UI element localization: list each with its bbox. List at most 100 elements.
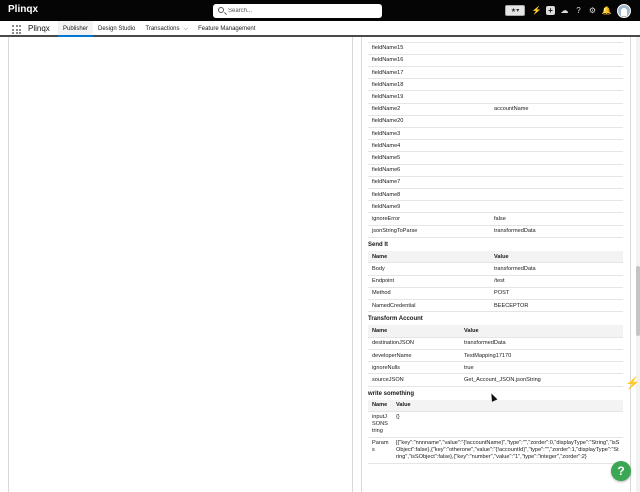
row-name-cell: fieldName7 xyxy=(368,176,490,189)
gear-icon[interactable]: ⚙ xyxy=(588,6,597,15)
row-name-cell: destinationJSON xyxy=(368,337,460,351)
search-icon xyxy=(218,7,224,13)
bolt-icon[interactable]: ⚡ xyxy=(625,376,640,390)
chevron-down-icon[interactable]: ⌵ xyxy=(184,26,189,32)
send-it-table: Name Value Body transformedData Endpoint/t… xyxy=(368,250,623,313)
row-name-cell: inputJSONString xyxy=(368,411,392,438)
table-row: fieldName19 xyxy=(368,90,623,104)
tab-design-studio[interactable]: Design Studio xyxy=(93,21,140,37)
table-row: fieldName3 xyxy=(368,127,623,141)
table-row: fieldName5 xyxy=(368,151,623,165)
row-name-cell: fieldName17 xyxy=(368,66,490,80)
app-logo-name: Plinqx xyxy=(8,4,39,15)
row-value-cell xyxy=(490,164,623,177)
details-panel: fieldName14fieldName15fieldName16fieldNa… xyxy=(361,37,631,492)
chevron-down-icon: ▾ xyxy=(516,8,520,14)
search-input[interactable] xyxy=(228,5,378,16)
table-row: developerName TestMapping17170 xyxy=(368,349,623,363)
column-header-name: Name xyxy=(368,325,460,338)
scrollbar-thumb[interactable] xyxy=(636,266,640,336)
row-name-cell: fieldName20 xyxy=(368,115,490,129)
row-value-cell: [{"key":"nnnname","value":"{!accountName… xyxy=(392,437,623,464)
row-value-cell xyxy=(490,115,623,129)
row-value-cell: transformedData xyxy=(490,262,623,276)
table-row: Params [{"key":"nnnname","value":"{!accou… xyxy=(368,437,623,464)
row-name-cell: fieldName9 xyxy=(368,200,490,214)
row-value-cell xyxy=(490,78,623,92)
row-name-cell: fieldName5 xyxy=(368,151,490,165)
table-row: ignoreError false xyxy=(368,212,623,226)
help-icon[interactable]: ? xyxy=(574,6,583,15)
nav-app-name: Plinqx xyxy=(28,24,50,33)
row-value-cell xyxy=(490,188,623,202)
row-name-cell: Endpoint xyxy=(368,275,490,288)
row-name-cell: sourceJSON xyxy=(368,373,460,387)
section-title-send-it: Send It xyxy=(368,241,389,248)
row-name-cell: Body xyxy=(368,262,490,276)
row-value-cell xyxy=(490,66,623,80)
page-scrollbar[interactable] xyxy=(636,37,640,492)
fields-table: fieldName14fieldName15fieldName16fieldNa… xyxy=(368,37,623,238)
app-launcher-icon[interactable] xyxy=(12,25,21,34)
bell-icon[interactable]: 🔔 xyxy=(602,6,612,15)
help-fab-button[interactable]: ? xyxy=(611,461,631,481)
table-row: fieldName6 xyxy=(368,164,623,177)
column-header-value: Value xyxy=(460,325,623,338)
header-utility-icons: ★ ▾ ⚡ + ☁ ? ⚙ 🔔 xyxy=(505,3,631,18)
table-row: ignoreNulls true xyxy=(368,361,623,375)
row-name-cell: Params xyxy=(368,437,392,464)
row-value-cell xyxy=(490,90,623,104)
tab-publisher[interactable]: Publisher xyxy=(58,21,94,37)
table-row: fieldName15 xyxy=(368,42,623,55)
row-name-cell: fieldName18 xyxy=(368,78,490,92)
table-header-row: Name Value xyxy=(368,250,623,264)
table-row: fieldName8 xyxy=(368,188,623,202)
row-name-cell: fieldName2 xyxy=(368,103,490,116)
table-row: fieldName20 xyxy=(368,115,623,129)
row-value-cell: false xyxy=(490,212,623,226)
nav-tabs: Publisher Design Studio Transactions ⌵ Fe… xyxy=(58,21,260,37)
bolt-icon[interactable]: ⚡ xyxy=(532,6,542,15)
table-row: Body transformedData xyxy=(368,262,623,276)
column-header-name: Name xyxy=(368,399,392,412)
row-name-cell: fieldName4 xyxy=(368,139,490,153)
table-row: inputJSONString{} xyxy=(368,411,623,438)
row-name-cell: fieldName8 xyxy=(368,188,490,202)
row-value-cell xyxy=(490,54,623,68)
column-header-value: Value xyxy=(392,399,623,412)
table-row: NamedCredential BEECEPTOR xyxy=(368,299,623,313)
table-row: fieldName9 xyxy=(368,200,623,214)
table-row: fieldName17 xyxy=(368,66,623,80)
table-row: Method POST xyxy=(368,287,623,300)
table-row: Endpoint/test xyxy=(368,275,623,288)
user-avatar[interactable] xyxy=(617,3,631,18)
page-body: fieldName14fieldName15fieldName16fieldNa… xyxy=(0,37,640,492)
tab-feature-management[interactable]: Feature Management xyxy=(193,21,260,37)
row-name-cell: ignoreError xyxy=(368,212,490,226)
row-name-cell: developerName xyxy=(368,349,460,363)
transform-account-table: Name Value destinationJSON transformedDat… xyxy=(368,325,623,387)
global-header: Plinqx ★▾ ⚡ + ☁ ? ⚙ 🔔 xyxy=(0,0,640,21)
app-navigation-bar: Plinqx Publisher Design Studio Transacti… xyxy=(0,21,640,37)
favorites-button[interactable]: ★ ▾ xyxy=(505,5,525,16)
column-header-value: Value xyxy=(490,250,623,264)
row-value-cell: BEECEPTOR xyxy=(490,299,623,313)
row-value-cell: {} xyxy=(392,411,623,438)
row-value-cell: transformedData xyxy=(460,337,623,351)
trailhead-icon[interactable]: ☁ xyxy=(560,6,569,15)
table-row: fieldName16 xyxy=(368,54,623,68)
row-value-cell xyxy=(490,139,623,153)
canvas-panel xyxy=(8,37,353,492)
row-value-cell xyxy=(490,200,623,214)
tab-transactions[interactable]: Transactions ⌵ xyxy=(140,21,193,37)
row-value-cell: transformedData xyxy=(490,225,623,238)
global-actions-plus-icon[interactable]: + xyxy=(546,6,555,15)
row-value-cell: TestMapping17170 xyxy=(460,349,623,363)
row-name-cell: fieldName19 xyxy=(368,90,490,104)
row-name-cell: fieldName3 xyxy=(368,127,490,141)
table-header-row: Name Value xyxy=(368,325,623,338)
global-search[interactable] xyxy=(213,4,382,18)
table-row: fieldName2 accountName xyxy=(368,103,623,116)
table-header-row: Name Value xyxy=(368,399,623,412)
row-name-cell: NamedCredential xyxy=(368,299,490,313)
